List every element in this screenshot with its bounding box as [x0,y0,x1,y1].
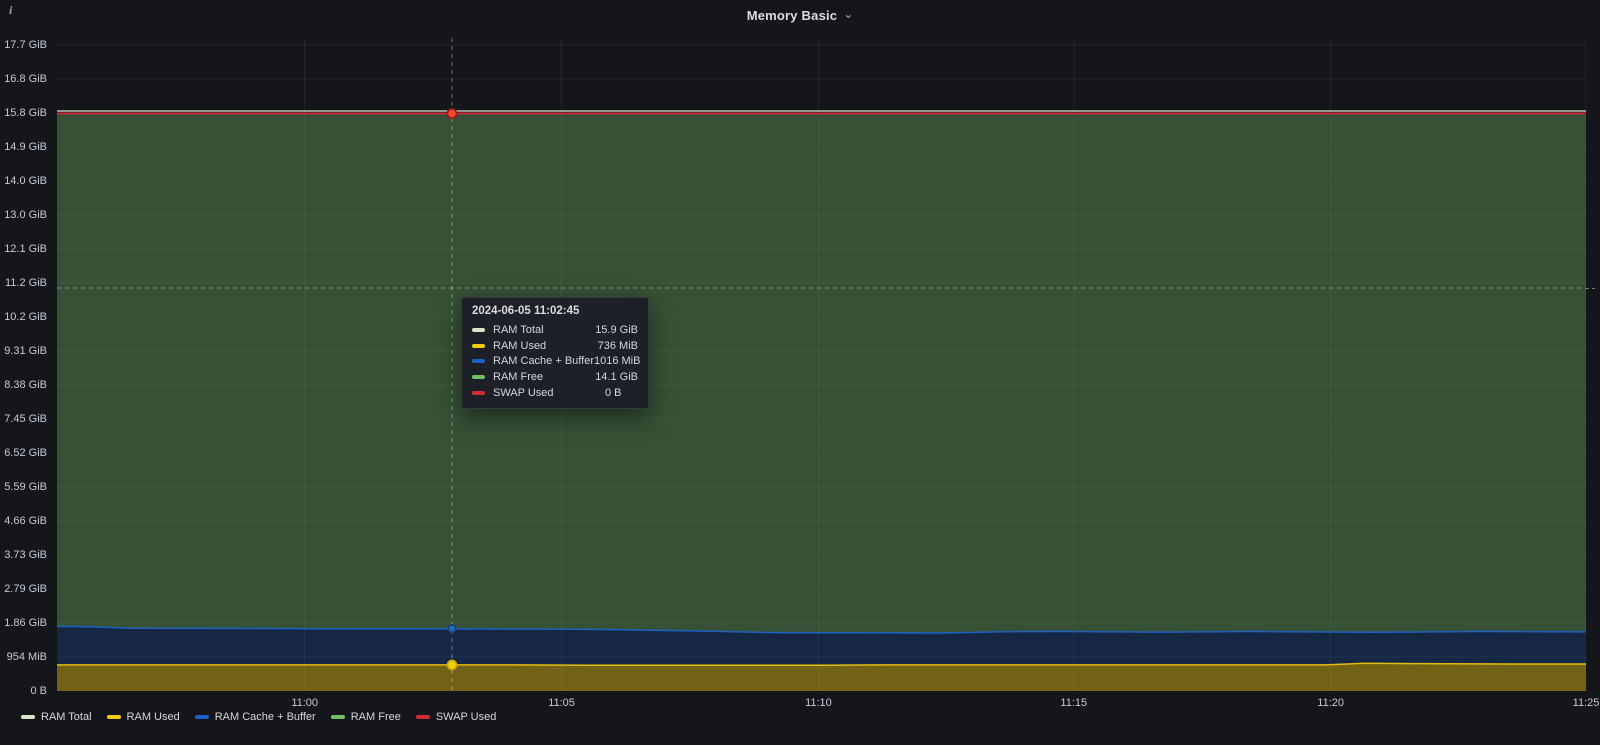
tooltip-series-value: 0 B [605,387,638,399]
y-tick-label: 14.0 GiB [1,174,47,188]
y-axis: 17.7 GiB 16.8 GiB 15.8 GiB 14.9 GiB 14.0 GiB… [0,0,49,745]
legend-item[interactable]: RAM Cache + Buffer [195,711,316,723]
y-tick-label: 1.86 GiB [1,616,47,630]
tooltip-timestamp: 2024-06-05 11:02:45 [472,305,638,317]
y-tick-label: 3.73 GiB [1,548,47,562]
tooltip-series-label: RAM Cache + Buffer [493,355,594,367]
panel-header: i Memory Basic ⌄ [0,0,1600,30]
y-tick-label: 9.31 GiB [1,344,47,358]
y-tick-label: 13.0 GiB [1,208,47,222]
legend-series-label: RAM Free [351,711,401,723]
legend-item[interactable]: SWAP Used [416,711,497,723]
tooltip-series-label: RAM Total [493,324,595,336]
legend-series-swatch [331,715,345,719]
y-tick-label: 15.8 GiB [1,106,47,120]
tooltip-row: RAM Total15.9 GiB [472,322,638,338]
legend-item[interactable]: RAM Total [21,711,92,723]
x-tick-label: 11:00 [291,696,318,710]
y-tick-label: 954 MiB [1,650,47,664]
tooltip-row: SWAP Used0 B [472,385,638,401]
panel-title: Memory Basic [747,8,838,23]
tooltip-series-swatch [472,359,485,363]
y-tick-label: 17.7 GiB [1,38,47,52]
tooltip-series-label: SWAP Used [493,387,605,399]
tooltip-row: RAM Used736 MiB [472,338,638,354]
y-tick-label: 7.45 GiB [1,412,47,426]
y-tick-label: 6.52 GiB [1,446,47,460]
legend-series-swatch [21,715,35,719]
y-tick-label: 8.38 GiB [1,378,47,392]
tooltip-row: RAM Cache + Buffer1016 MiB [472,353,638,369]
y-tick-label: 11.2 GiB [1,276,47,290]
x-tick-label: 11:10 [805,696,832,710]
crosshair-horizontal-extension [1586,288,1595,289]
tooltip-series-label: RAM Used [493,340,598,352]
y-tick-label: 16.8 GiB [1,72,47,86]
ram-free-area [57,114,1586,634]
ram-used-area [57,663,1586,691]
y-tick-label: 2.79 GiB [1,582,47,596]
tooltip-series-value: 736 MiB [598,340,638,352]
tooltip-series-value: 15.9 GiB [595,324,638,336]
memory-chart [57,38,1586,691]
ram-used-hover-dot [447,660,456,669]
chart-legend: RAM Total RAM Used RAM Cache + Buffer RAM F… [21,711,496,723]
memory-basic-panel: i Memory Basic ⌄ 17.7 GiB 16.8 GiB 15.8 Gi… [0,0,1600,745]
x-tick-label: 11:15 [1060,696,1087,710]
legend-series-swatch [416,715,430,719]
chart-tooltip: 2024-06-05 11:02:45 RAM Total15.9 GiBRAM… [461,297,649,409]
tooltip-row: RAM Free14.1 GiB [472,369,638,385]
y-tick-label: 14.9 GiB [1,140,47,154]
legend-series-swatch [107,715,121,719]
legend-series-label: RAM Cache + Buffer [215,711,316,723]
y-tick-label: 5.59 GiB [1,480,47,494]
chevron-down-icon: ⌄ [843,9,853,19]
x-tick-label: 11:25 [1573,696,1600,710]
ram-cache-hover-dot [448,625,456,633]
tooltip-series-swatch [472,391,485,395]
y-tick-label: 12.1 GiB [1,242,47,256]
tooltip-series-label: RAM Free [493,371,595,383]
legend-series-label: RAM Total [41,711,92,723]
swap-used-hover-dot [447,109,456,118]
legend-item[interactable]: RAM Free [331,711,401,723]
legend-series-label: RAM Used [127,711,180,723]
tooltip-series-swatch [472,328,485,332]
y-tick-label: 10.2 GiB [1,310,47,324]
y-tick-label: 4.66 GiB [1,514,47,528]
panel-title-menu[interactable]: Memory Basic ⌄ [747,8,854,23]
x-tick-label: 11:20 [1317,696,1344,710]
legend-item[interactable]: RAM Used [107,711,180,723]
tooltip-series-swatch [472,344,485,348]
tooltip-series-value: 14.1 GiB [595,371,638,383]
legend-series-swatch [195,715,209,719]
tooltip-series-swatch [472,375,485,379]
chart-plot-area[interactable] [57,38,1586,691]
legend-series-label: SWAP Used [436,711,497,723]
tooltip-series-value: 1016 MiB [594,355,640,367]
x-axis: 11:0011:0511:1011:1511:2011:25 [57,696,1586,710]
x-tick-label: 11:05 [548,696,575,710]
y-tick-label: 0 B [1,684,47,698]
